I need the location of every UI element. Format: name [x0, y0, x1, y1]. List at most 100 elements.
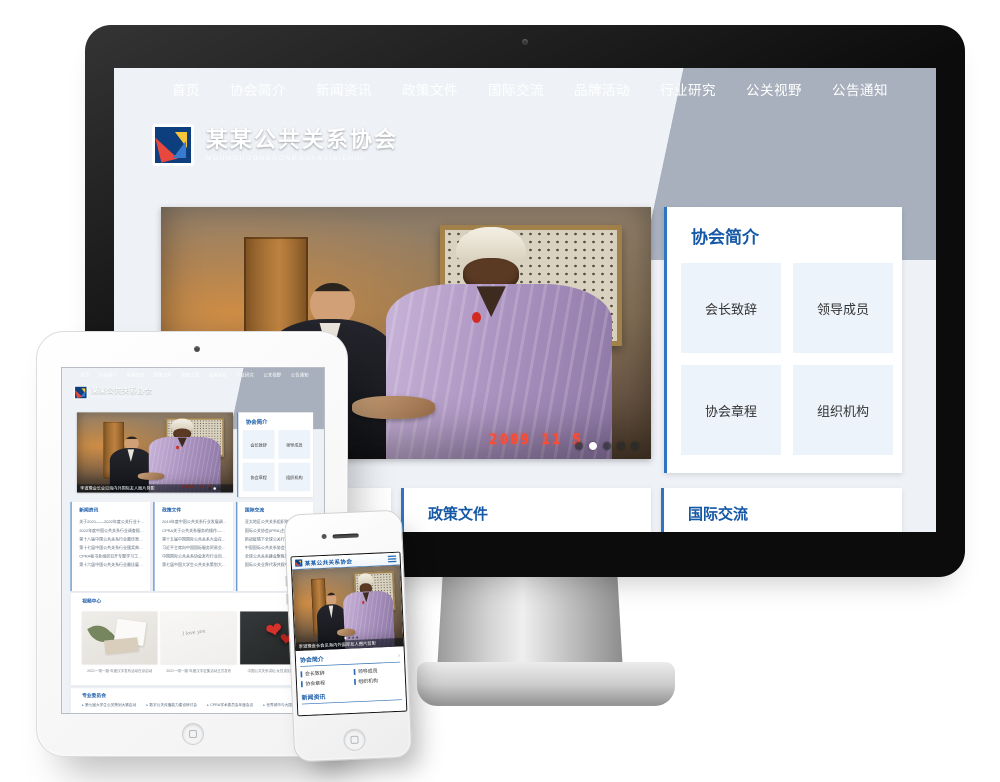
news-list-item[interactable]: 2022年度中国公共关系行业调查报告发布: [79, 526, 146, 535]
policy-column: 政策文件 2019年度中国公共关系行业发展调查报告CPRA关于公共关系服务的操作…: [401, 488, 651, 532]
mobile-site: 某某公共关系协会 李: [292, 553, 407, 716]
policy-list-item[interactable]: 第十五届中国国际公共关系大会在京隆重举行: [162, 535, 229, 544]
photo-handshake: [352, 396, 435, 419]
committee-item[interactable]: CPRA学术委员会年度会议: [207, 702, 253, 707]
video-section-title: 视频中心: [82, 597, 101, 604]
policy-list: 2019年度中国公共关系行业发展调查报告CPRA关于公共关系服务的操作——指引篇…: [162, 518, 229, 570]
nav-item[interactable]: 品牌活动: [574, 79, 630, 99]
news-list-item[interactable]: CPRA秘书处组织召开专题学习工作会议: [79, 552, 146, 561]
about-link[interactable]: 会长致辞: [681, 263, 781, 353]
mobile-logo-title: 某某公共关系协会: [304, 557, 352, 567]
phone-device: 某某公共关系协会 李: [284, 510, 413, 763]
news-list-item[interactable]: 第十六届中国公共关系行业最佳雇主评选揭晓: [79, 561, 146, 570]
about-panel-title: 协会简介: [246, 417, 268, 425]
intl-column: 国际交流 亚太地区公共关系组织联席会议在上海召开国际公关协会(IPRA)主席一行…: [661, 488, 902, 532]
phone-volume-button: [285, 576, 287, 587]
mobile-about-links: 会长致辞领导成员协会章程组织机构: [300, 667, 401, 687]
logo-title: 某某公共关系协会: [206, 128, 398, 152]
main-nav: 首页 协会简介 新闻资讯 政策文件 国际交流 品牌活动 行业研究 公关视野 公告通知: [62, 368, 324, 381]
news-column-title: 新闻资讯: [79, 507, 98, 514]
site-logo[interactable]: 某某公共关系协会 MOUMOUGONGGONGGUANXIXIEHUI: [152, 124, 398, 166]
about-panel-title: 协会简介: [691, 223, 759, 248]
nav-item[interactable]: 公关视野: [263, 372, 281, 378]
policy-column: 政策文件 2019年度中国公共关系行业发展调查报告CPRA关于公共关系服务的操作…: [153, 502, 233, 591]
about-link[interactable]: 协会章程: [243, 463, 275, 492]
mobile-hero-slider[interactable]: 李道豫会长会见海内外国际友人图片剪影: [292, 565, 403, 651]
phone-volume-button: [286, 594, 288, 605]
mobile-about-link[interactable]: 领导成员: [353, 667, 400, 675]
logo-text: 某某公共关系协会 MOUMOUGONGGONGGUANXIXIEHUI: [206, 128, 398, 162]
about-panel: 协会简介 会长致辞领导成员协会章程组织机构: [664, 207, 902, 473]
policy-list-item[interactable]: 习近平主席向中国国际服务贸易交易会致贺信: [162, 544, 229, 553]
committee-section: 专业委员会 第七届大学生公关策划大赛启动数字公关传播能力建设研讨会CPRA学术委…: [71, 688, 314, 713]
mobile-news-title: 新闻资讯: [301, 692, 325, 702]
video-thumb-cards[interactable]: [82, 611, 157, 664]
video-thumb-note[interactable]: I love you: [161, 611, 236, 664]
mobile-logo[interactable]: 某某公共关系协会: [295, 557, 352, 568]
logo-title: 某某公共关系协会: [91, 387, 152, 395]
tablet-camera-icon: [194, 346, 200, 352]
hamburger-menu-icon[interactable]: [388, 555, 397, 562]
news-list: 关于2021——2022年度公关行业十大事件发布2022年度中国公共关系行业调查…: [79, 518, 146, 570]
news-list-item[interactable]: 第十七届中国公共关系行业颁奖典礼在京举行: [79, 544, 146, 553]
mobile-about-title: 协会简介: [300, 655, 324, 665]
nav-item[interactable]: 新闻资讯: [316, 79, 372, 99]
responsive-mockup-stage: 首页协会简介新闻资讯政策文件国际交流品牌活动行业研究公关视野公告通知 某某公共关…: [0, 0, 1000, 782]
mobile-body: 协会简介 › 会长致辞领导成员协会章程组织机构 新闻资讯: [296, 646, 406, 706]
hero-slider[interactable]: 2009 11 5 李道豫会长会见海内外国际友人图片剪影: [77, 412, 233, 492]
nav-item[interactable]: 政策文件: [154, 372, 172, 378]
slider-photo: 2009 11 5: [77, 412, 233, 492]
mobile-news-header[interactable]: 新闻资讯: [301, 686, 402, 704]
about-link[interactable]: 会长致辞: [243, 430, 275, 459]
nav-item[interactable]: 国际交流: [488, 79, 544, 99]
site-logo[interactable]: 某某公共关系协会 MOUMOUGONGGONGGUANXIXIEHUI: [74, 386, 152, 399]
about-link[interactable]: 领导成员: [793, 263, 893, 353]
mobile-about-link[interactable]: 协会章程: [301, 679, 348, 687]
nav-item[interactable]: 新闻资讯: [126, 372, 144, 378]
nav-item[interactable]: 协会简介: [230, 79, 286, 99]
phone-home-button: [343, 728, 366, 751]
nav-item[interactable]: 公关视野: [746, 79, 802, 99]
nav-item[interactable]: 品牌活动: [209, 372, 227, 378]
phone-camera-icon: [322, 534, 327, 539]
logo-subtitle: MOUMOUGONGGONGGUANXIXIEHUI: [91, 396, 152, 398]
about-link[interactable]: 领导成员: [278, 430, 310, 459]
policy-list-item[interactable]: 第七届中国大学生公共关系策划大赛圆满落幕: [162, 561, 229, 570]
phone-earpiece-icon: [333, 533, 359, 538]
logo-text: 某某公共关系协会 MOUMOUGONGGONGGUANXIXIEHUI: [91, 387, 152, 398]
intl-column-title: 国际交流: [688, 503, 748, 524]
carousel-dots[interactable]: [209, 487, 229, 490]
nav-item[interactable]: 协会简介: [99, 372, 117, 378]
webcam-icon: [522, 39, 528, 45]
photo-door: [104, 422, 124, 478]
about-link[interactable]: 协会章程: [681, 365, 781, 455]
nav-item[interactable]: 公告通知: [832, 79, 888, 99]
mobile-about-link[interactable]: 会长致辞: [300, 669, 347, 677]
mobile-about-header[interactable]: 协会简介 ›: [300, 649, 401, 667]
nav-item[interactable]: 首页: [80, 372, 89, 378]
about-link[interactable]: 组织机构: [793, 365, 893, 455]
photo-handshake: [138, 473, 165, 480]
video-caption: 2021一带一路·年度汉字发布活动在京启动: [82, 668, 157, 673]
main-nav: 首页 协会简介 新闻资讯 政策文件 国际交流 品牌活动 行业研究 公关视野 公告通知: [114, 68, 936, 110]
policy-list-item[interactable]: CPRA关于公共关系服务的操作——指引篇: [162, 526, 229, 535]
photo-artwork-frame: [440, 225, 621, 346]
committee-item[interactable]: 数字公关传播能力建设研讨会: [146, 702, 197, 707]
nav-item[interactable]: 行业研究: [236, 372, 254, 378]
nav-item[interactable]: 政策文件: [402, 79, 458, 99]
photo-man-robe: [386, 227, 611, 459]
committee-item[interactable]: 第七届大学生公关策划大赛启动: [82, 702, 136, 707]
about-link[interactable]: 组织机构: [278, 463, 310, 492]
tablet-home-button: [182, 723, 204, 745]
policy-list-item[interactable]: 2019年度中国公共关系行业发展调查报告: [162, 518, 229, 527]
news-list-item[interactable]: 第十八届中国公共关系行业最佳案例大赛启动: [79, 535, 146, 544]
nav-item[interactable]: 首页: [172, 79, 200, 99]
nav-item[interactable]: 行业研究: [660, 79, 716, 99]
nav-item[interactable]: 国际交流: [181, 372, 199, 378]
news-list-item[interactable]: 关于2021——2022年度公关行业十大事件发布: [79, 518, 146, 527]
carousel-dots[interactable]: [575, 442, 639, 450]
slider-caption-text: 李道豫会长会见海内外国际友人图片剪影: [80, 486, 155, 491]
policy-list-item[interactable]: 中国国际公共关系协会发布行业自律倡议书: [162, 552, 229, 561]
nav-item[interactable]: 公告通知: [291, 372, 309, 378]
mobile-about-link[interactable]: 组织机构: [354, 677, 401, 685]
